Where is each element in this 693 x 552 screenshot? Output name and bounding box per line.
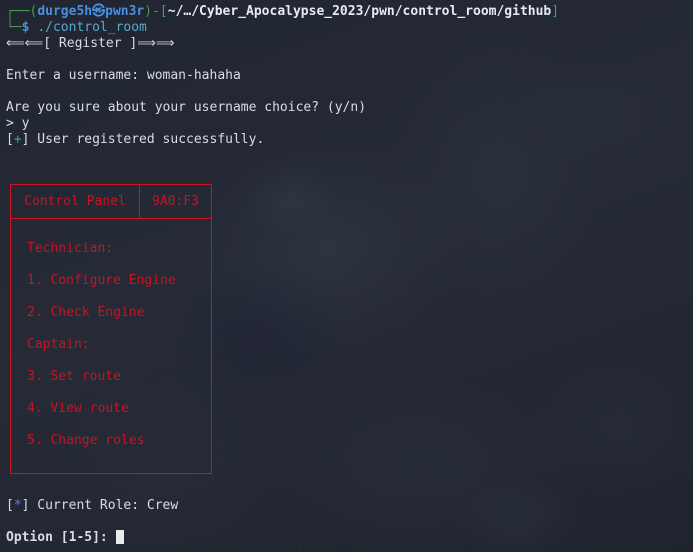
executed-command: ./control_room xyxy=(37,20,147,35)
kali-at-icon: ㉿ xyxy=(92,4,106,19)
output-user-answer: > y xyxy=(6,116,30,131)
register-banner: ⟸⟸[ Register ]⟹⟹ xyxy=(6,36,175,51)
prompt-path-close-bracket: ] xyxy=(551,4,560,19)
prompt-dash: - xyxy=(152,4,160,19)
output-success-message: [+] User registered successfully. xyxy=(6,132,687,148)
control-panel-id-cell: 9A0:F3 xyxy=(152,193,199,209)
output-confirm-question: Are you sure about your username choice?… xyxy=(6,100,367,115)
plus-icon: + xyxy=(13,132,22,147)
shell-prompt-line-2: └─$ ./control_room xyxy=(6,20,687,36)
menu-option-1[interactable]: 1. Configure Engine xyxy=(11,265,211,297)
control-panel-header-row: Control Panel 9A0:F3 xyxy=(11,185,211,219)
current-role-status: [*] Current Role: Crew xyxy=(6,498,178,514)
control-panel-title-cell: Control Panel xyxy=(11,185,140,218)
text-cursor[interactable] xyxy=(115,530,124,544)
prompt-corner-top-icon: ┌── xyxy=(6,4,30,19)
status-badge: Current Role: Crew xyxy=(29,498,179,513)
terminal-footer: [*] Current Role: Crew Option [1-5]: xyxy=(6,498,178,546)
prompt-username: durge5h xyxy=(37,4,93,19)
control-panel-table: Control Panel 9A0:F3 Technician: 1. Conf… xyxy=(10,184,212,474)
terminal-screen[interactable]: ┌──(durge5h㉿pwn3r)-[~/…/Cyber_Apocalypse… xyxy=(0,0,693,148)
success-text: User registered successfully. xyxy=(29,132,265,147)
prompt-path-open-bracket: [ xyxy=(159,4,168,19)
prompt-hostname: pwn3r xyxy=(105,4,145,19)
success-bracket-open: [ xyxy=(6,132,14,147)
prompt-working-directory: ~/…/Cyber_Apocalypse_2023/pwn/control_ro… xyxy=(167,4,552,19)
asterisk-icon: * xyxy=(13,498,22,513)
prompt-close-paren: ) xyxy=(144,4,153,19)
menu-option-3[interactable]: 3. Set route xyxy=(11,361,211,393)
menu-option-5[interactable]: 5. Change roles xyxy=(11,425,211,457)
menu-option-4[interactable]: 4. View route xyxy=(11,393,211,425)
status-bracket-open: [ xyxy=(6,498,14,513)
menu-option-2[interactable]: 2. Check Engine xyxy=(11,297,211,329)
output-username-prompt: Enter a username: woman-hahaha xyxy=(6,68,241,83)
shell-prompt-line-1: ┌──(durge5h㉿pwn3r)-[~/…/Cyber_Apocalypse… xyxy=(6,4,687,20)
control-panel-body: Technician: 1. Configure Engine 2. Check… xyxy=(11,219,211,457)
terminal-window[interactable]: ┌──(durge5h㉿pwn3r)-[~/…/Cyber_Apocalypse… xyxy=(0,0,693,552)
option-prompt-label: Option [1-5]: xyxy=(6,530,116,545)
role-group-label-technician: Technician: xyxy=(27,241,114,256)
role-group-label-captain: Captain: xyxy=(27,337,90,352)
option-input-line[interactable]: Option [1-5]: xyxy=(6,530,178,546)
prompt-corner-bottom-icon: └─ xyxy=(6,20,22,35)
